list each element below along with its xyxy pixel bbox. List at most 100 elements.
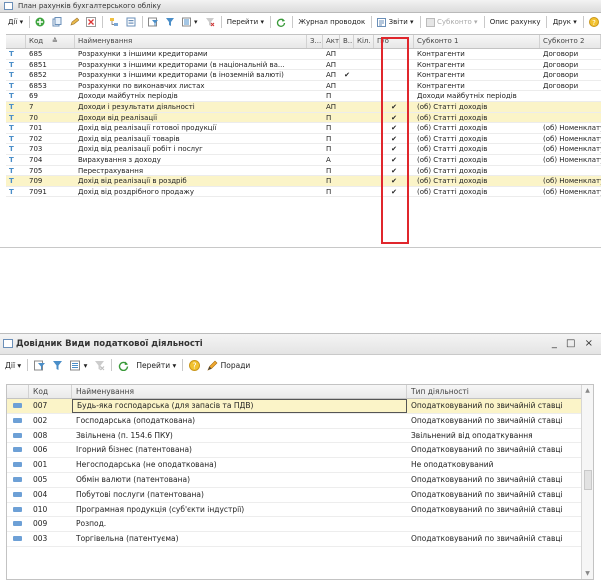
code-cell: 001 [29,458,72,472]
name-cell: Вирахування з доходу [75,155,307,165]
filter-icon[interactable] [50,359,65,372]
toolbar: Дії ▾ ▾ Перейти ▾ ? Поради [3,356,601,374]
help-icon[interactable]: ? [587,16,601,29]
delete-icon[interactable] [84,16,98,29]
subconto2-cell [540,102,601,112]
col-subconto1-header[interactable]: Субконто 1 [414,35,540,48]
window-controls[interactable]: _ □ × [552,334,596,354]
table-row[interactable]: 002Господарська (оподаткована)Оподаткову… [7,414,593,429]
code-cell: 701 [26,123,75,133]
table-row[interactable]: 005Обмін валюти (патентована)Оподатковув… [7,473,593,488]
toolbar-separator [27,359,28,371]
journal-button[interactable]: Журнал проводок [296,16,367,29]
edit-icon[interactable] [67,16,81,29]
qty-cell [354,155,374,165]
subconto2-cell: (об) Номенклату [540,176,601,186]
table-row[interactable]: Т6851Розрахунки з іншими кредиторами (в … [6,60,601,71]
name-cell: Розрахунки з іншими кредиторами [75,49,307,59]
filter-history-icon[interactable]: ▾ [180,16,200,29]
col-z-header[interactable]: З... [307,35,323,48]
tips-button[interactable]: Поради [205,359,252,372]
scroll-up-icon[interactable]: ▲ [582,385,593,396]
table-row[interactable]: Т703Дохід від реалізації робіт і послугП… [6,144,601,155]
z-cell [307,60,323,70]
table-row[interactable]: 010Програмная продукція (суб'єкти індуст… [7,503,593,518]
account-description-button[interactable]: Опис рахунку [488,16,543,29]
print-menu[interactable]: Друк ▾ [551,16,579,29]
subconto1-cell: (об) Статті доходів [414,166,540,176]
code-cell: 7 [26,102,75,112]
z-cell [307,123,323,133]
clear-filter-icon[interactable] [92,359,107,372]
table-row[interactable]: Т702Дохід від реалізації товарівП✔(об) С… [6,134,601,145]
subconto1-cell: Контрагенти [414,70,540,80]
col-subconto2-header[interactable]: Субконто 2 [540,35,601,48]
actions-menu[interactable]: Дії ▾ [3,359,23,372]
col-code-header[interactable]: Код [29,385,72,398]
table-row[interactable]: 009Розпод. [7,517,593,532]
code-cell: 69 [26,91,75,101]
v-cell [340,123,354,133]
subconto-menu[interactable]: Субконто ▾ [424,16,480,29]
filter-table-icon[interactable] [146,16,160,29]
filter-history-icon[interactable]: ▾ [68,359,89,372]
table-row[interactable]: Т6852Розрахунки з іншими кредиторами (в … [6,70,601,81]
table-row[interactable]: 007Будь-яка господарська (для запасів та… [7,399,593,414]
code-cell: 010 [29,503,72,517]
col-v-header[interactable]: В... [340,35,354,48]
account-icon: Т [9,61,14,69]
subconto2-cell: (об) Номенклату [540,144,601,154]
z-cell [307,134,323,144]
col-name-header[interactable]: Найменування [72,385,407,398]
col-code-header[interactable]: Код ≙ [26,35,75,48]
actions-menu[interactable]: Дії ▾ [6,16,25,29]
table-row[interactable]: Т705ПерестрахуванняП✔(об) Статті доходів [6,166,601,177]
vertical-scrollbar[interactable]: ▲ ▼ [581,385,593,579]
copy-icon[interactable] [50,16,64,29]
table-row[interactable]: Т685Розрахунки з іншими кредиторамиАПКон… [6,49,601,60]
account-type-icon: Т [6,49,26,59]
table-row[interactable]: 001Негосподарська (не оподаткована)Не оп… [7,458,593,473]
subconto1-cell: (об) Статті доходів [414,155,540,165]
refresh-icon[interactable] [274,16,288,29]
col-qty-header[interactable]: Кіл. [354,35,374,48]
filter-icon[interactable] [163,16,177,29]
reports-menu[interactable]: Звіти ▾ [375,16,415,29]
goto-menu[interactable]: Перейти ▾ [134,359,178,372]
add-icon[interactable] [33,16,47,29]
table-row[interactable]: 004Побутові послуги (патентована)Оподатк… [7,488,593,503]
col-type-header[interactable]: Тип діяльності [407,385,583,398]
type-cell: Оподатковуваний по звичайній ставці [407,414,583,428]
col-name-header[interactable]: Найменування [75,35,307,48]
accounts-table: Код ≙ Найменування З... Акт. В... Кіл. П… [6,34,601,197]
scroll-down-icon[interactable]: ▼ [582,568,593,579]
table-row[interactable]: Т70Доходи від реалізаціїП✔(об) Статті до… [6,113,601,124]
subconto2-cell [540,113,601,123]
help-icon[interactable]: ? [187,359,202,372]
table-row[interactable]: Т701Дохід від реалізації готової продукц… [6,123,601,134]
table-row[interactable]: Т6853Розрахунки по виконавчих листахАПКо… [6,81,601,92]
hierarchy-icon[interactable] [124,16,138,29]
account-type-icon: Т [6,81,26,91]
subconto2-cell: Договори [540,60,601,70]
table-row[interactable]: Т704Вирахування з доходуА✔(об) Статті до… [6,155,601,166]
table-row[interactable]: 006Ігорний бізнес (патентована)Оподатков… [7,443,593,458]
subconto1-cell: Контрагенти [414,60,540,70]
table-row[interactable]: Т709Дохід від реалізації в роздрібП✔(об)… [6,176,601,187]
col-act-header[interactable]: Акт. [323,35,340,48]
refresh-icon[interactable] [116,359,131,372]
table-row[interactable]: Т7091Дохід від роздрібного продажуП✔(об)… [6,187,601,198]
scroll-thumb[interactable] [584,470,592,490]
table-row[interactable]: Т7Доходи і результати діяльностіАП✔(об) … [6,102,601,113]
tree-icon[interactable] [107,16,121,29]
v-cell [340,134,354,144]
clear-filter-icon[interactable] [203,16,217,29]
code-cell: 70 [26,113,75,123]
filter-table-icon[interactable] [32,359,47,372]
table-row[interactable]: Т69Доходи майбутніх періодівПДоходи майб… [6,91,601,102]
account-type-icon: Т [6,187,26,197]
goto-menu[interactable]: Перейти ▾ [225,16,266,29]
table-row[interactable]: 008Звільнена (п. 154.6 ПКУ)Звільнений ві… [7,429,593,444]
act-cell: П [323,187,340,197]
table-row[interactable]: 003Торгівельна (патентуєма)Оподатковуван… [7,532,593,547]
